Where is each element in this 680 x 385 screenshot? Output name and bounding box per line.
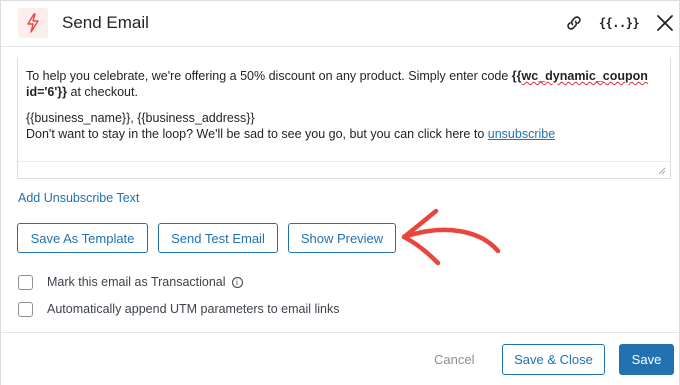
add-unsubscribe-text-link[interactable]: Add Unsubscribe Text: [18, 191, 139, 205]
editor-content[interactable]: To help you celebrate, we're offering a …: [26, 68, 666, 142]
code-name: wc_dynamic_coupon: [521, 69, 648, 83]
annotation-arrow-icon: [401, 208, 501, 266]
info-icon[interactable]: i: [231, 276, 243, 288]
send-email-modal: Send Email {{..}} To help you celebrate,…: [0, 0, 680, 385]
coupon-suffix: at checkout.: [67, 85, 138, 99]
save-and-close-button[interactable]: Save & Close: [502, 344, 605, 375]
save-as-template-button[interactable]: Save As Template: [17, 223, 148, 253]
resize-handle-icon[interactable]: [657, 166, 666, 175]
utm-label: Automatically append UTM parameters to e…: [47, 302, 340, 316]
transactional-label: Mark this email as Transactional: [47, 275, 226, 289]
show-preview-button[interactable]: Show Preview: [288, 223, 396, 253]
email-body-editor[interactable]: To help you celebrate, we're offering a …: [17, 58, 671, 179]
editor-unsubscribe-line: Don't want to stay in the loop? We'll be…: [26, 126, 666, 142]
close-icon[interactable]: [655, 12, 675, 34]
lightning-bolt-icon: [18, 8, 48, 38]
modal-footer: Cancel Save & Close Save: [1, 332, 679, 385]
transactional-option: Mark this email as Transactional i: [18, 273, 243, 291]
cancel-button[interactable]: Cancel: [434, 352, 474, 367]
send-test-email-button[interactable]: Send Test Email: [158, 223, 278, 253]
editor-status-bar: [18, 161, 670, 178]
code-rest: id='6'}}: [26, 85, 68, 99]
transactional-checkbox[interactable]: [18, 274, 33, 290]
editor-business-line: {{business_name}}, {{business_address}}: [26, 111, 255, 125]
modal-header: Send Email {{..}}: [1, 1, 679, 47]
coupon-text: To help you celebrate, we're offering a …: [26, 69, 512, 83]
utm-option: Automatically append UTM parameters to e…: [18, 300, 339, 318]
unsubscribe-prefix: Don't want to stay in the loop? We'll be…: [26, 127, 488, 141]
save-button[interactable]: Save: [619, 344, 674, 375]
merge-tags-icon[interactable]: {{..}}: [599, 12, 640, 34]
unsubscribe-link[interactable]: unsubscribe: [488, 127, 555, 141]
utm-checkbox[interactable]: [18, 301, 33, 317]
code-open: {{: [511, 69, 522, 83]
editor-paragraph-coupon: To help you celebrate, we're offering a …: [26, 68, 666, 100]
link-icon[interactable]: [563, 12, 585, 34]
modal-title: Send Email: [62, 13, 149, 32]
